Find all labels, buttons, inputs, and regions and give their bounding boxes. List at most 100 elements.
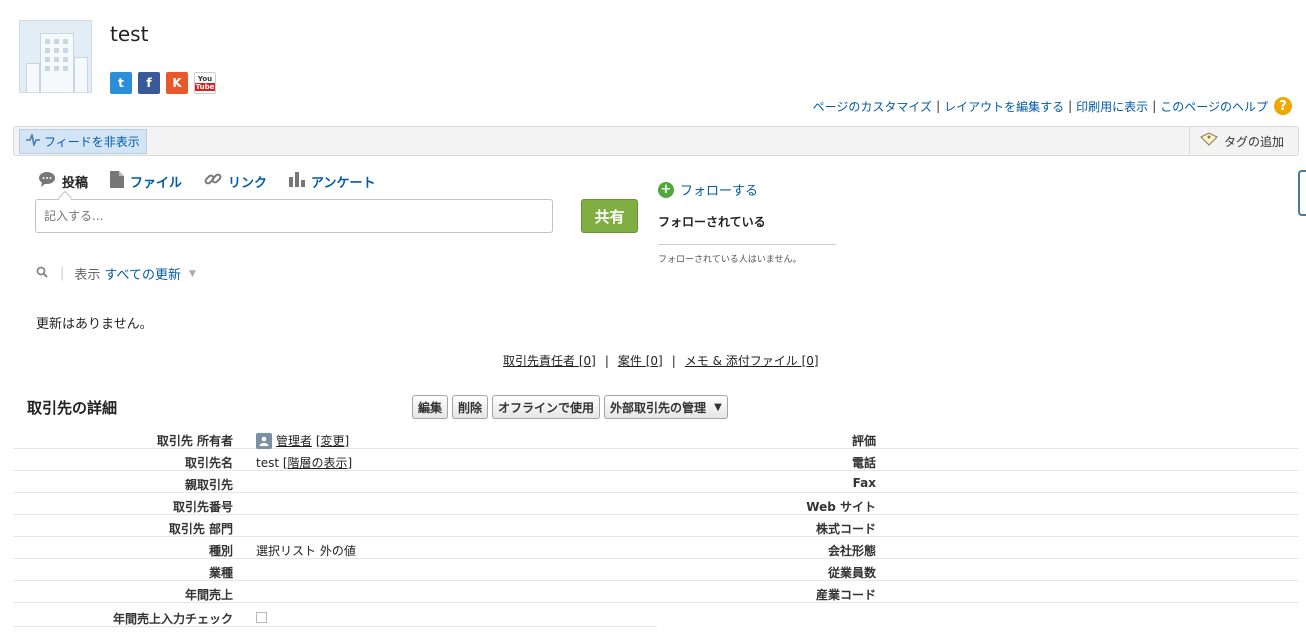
detail-row: 取引先 所有者 管理者 [変更] 評価	[13, 427, 1299, 449]
separator: |	[604, 353, 609, 368]
bar-chart-icon	[289, 171, 306, 191]
detail-buttons: 編集 削除 オフラインで使用 外部取引先の管理 ▼	[412, 395, 728, 419]
use-offline-button[interactable]: オフラインで使用	[492, 395, 601, 419]
manage-external-label: 外部取引先の管理	[610, 400, 707, 415]
field-label: 取引先番号	[172, 500, 233, 514]
hide-feed-button[interactable]: フィードを非表示	[19, 129, 147, 154]
chevron-down-icon: ▼	[714, 401, 722, 413]
manage-external-account-button[interactable]: 外部取引先の管理 ▼	[604, 395, 728, 419]
separator: |	[936, 99, 941, 113]
post-input[interactable]	[35, 199, 553, 233]
field-label: 親取引先	[184, 478, 233, 492]
related-link-contacts[interactable]: 取引先責任者 [0]	[503, 352, 596, 369]
youtube-top-text: You	[197, 75, 213, 83]
detail-row: 取引先 部門 株式コード	[13, 515, 1299, 537]
revenue-check-checkbox	[256, 612, 267, 623]
social-icons: t f K You Tube	[110, 72, 216, 94]
edit-layout-link[interactable]: レイアウトを編集する	[944, 98, 1064, 115]
field-label: 年間売上入力チェック	[112, 612, 233, 626]
hide-feed-label: フィードを非表示	[44, 135, 140, 149]
field-label: Web サイト	[806, 500, 876, 514]
field-label: 産業コード	[815, 588, 876, 602]
field-label: 取引先 部門	[168, 522, 233, 536]
account-name-value: test	[256, 455, 280, 470]
related-link-label: 取引先責任者	[503, 354, 576, 368]
help-icon[interactable]: ?	[1274, 97, 1292, 115]
share-button[interactable]: 共有	[581, 199, 638, 233]
help-link[interactable]: このページのヘルプ	[1160, 98, 1268, 115]
field-label: Fax	[852, 476, 876, 490]
facebook-icon[interactable]: f	[138, 72, 160, 94]
field-label: 評価	[851, 434, 876, 448]
link-icon	[204, 170, 222, 192]
printable-view-link[interactable]: 印刷用に表示	[1076, 98, 1148, 115]
filter-dropdown[interactable]: すべての更新	[104, 264, 181, 283]
follow-label: フォローする	[680, 184, 759, 199]
change-owner-link[interactable]: [変更]	[316, 432, 349, 449]
tab-poll-label: アンケート	[311, 175, 376, 191]
field-label: 年間売上	[184, 588, 233, 602]
owner-link[interactable]: 管理者	[276, 432, 312, 449]
field-value: 選択リスト 外の値	[256, 544, 356, 558]
add-tags-label: タグの追加	[1223, 134, 1284, 149]
related-link-count: [0]	[801, 354, 819, 368]
feed-filter: | 表示 すべての更新 ▼	[36, 264, 196, 283]
follow-button[interactable]: + フォローする	[658, 180, 836, 199]
field-value: test [階層の表示]	[256, 454, 352, 471]
tab-file-label: ファイル	[130, 175, 183, 191]
separator: |	[1068, 99, 1073, 113]
detail-section-title: 取引先の詳細	[27, 399, 118, 417]
field-label: 取引先 所有者	[156, 434, 233, 448]
related-link-count: [0]	[645, 354, 663, 368]
speech-bubble-icon	[38, 171, 56, 191]
page-title: test	[110, 22, 149, 46]
followers-panel: + フォローする フォローされている フォローされている人はいません。	[658, 180, 836, 265]
pulse-icon	[26, 131, 40, 150]
tab-post-label: 投稿	[62, 175, 89, 191]
building-icon	[26, 63, 40, 92]
edit-button[interactable]: 編集	[412, 395, 449, 419]
delete-button[interactable]: 削除	[452, 395, 489, 419]
tab-file[interactable]: ファイル	[110, 170, 182, 192]
sidebar-toggle-tab[interactable]	[1298, 170, 1306, 216]
account-logo	[19, 20, 92, 93]
field-label: 種別	[208, 544, 233, 558]
detail-row: 年間売上入力チェック	[13, 605, 657, 627]
field-label: 取引先名	[184, 456, 233, 470]
help-links: ページのカスタマイズ | レイアウトを編集する | 印刷用に表示 | このページ…	[813, 97, 1292, 115]
plus-icon: +	[658, 181, 674, 198]
field-value: 管理者 [変更]	[256, 432, 349, 449]
related-list-links: 取引先責任者 [0] | 案件 [0] | メモ & 添付ファイル [0]	[503, 352, 819, 369]
tab-link[interactable]: リンク	[204, 170, 267, 192]
youtube-bottom-text: Tube	[194, 83, 216, 91]
tab-poll[interactable]: アンケート	[289, 170, 376, 192]
detail-row: 種別 選択リスト 外の値 会社形態	[13, 537, 1299, 559]
followers-heading: フォローされている	[658, 213, 836, 245]
related-link-notes-attachments[interactable]: メモ & 添付ファイル [0]	[685, 352, 819, 369]
youtube-icon[interactable]: You Tube	[194, 72, 216, 94]
field-label: 業種	[208, 566, 233, 580]
field-label: 電話	[851, 456, 876, 470]
add-tags-button[interactable]: タグの追加	[1188, 127, 1298, 155]
publisher-tabs: 投稿 ファイル リンク アンケート	[38, 170, 376, 192]
building-icon	[74, 57, 88, 92]
customize-page-link[interactable]: ページのカスタマイズ	[813, 98, 932, 115]
tab-post[interactable]: 投稿	[38, 170, 88, 192]
user-icon	[256, 432, 272, 449]
document-icon	[110, 170, 125, 192]
tab-link-label: リンク	[228, 175, 268, 191]
separator: |	[671, 353, 676, 368]
search-icon[interactable]	[36, 266, 48, 282]
field-label: 会社形態	[827, 544, 876, 558]
detail-row: 親取引先 Fax	[13, 471, 1299, 493]
klout-icon[interactable]: K	[166, 72, 188, 94]
detail-row: 年間売上 産業コード	[13, 581, 1299, 603]
twitter-icon[interactable]: t	[110, 72, 132, 94]
related-link-count: [0]	[578, 354, 596, 368]
chevron-down-icon[interactable]: ▼	[189, 269, 196, 279]
no-followers-text: フォローされている人はいません。	[658, 255, 802, 265]
view-hierarchy-link[interactable]: [階層の表示]	[283, 454, 352, 471]
related-link-opportunities[interactable]: 案件 [0]	[618, 352, 663, 369]
empty-feed-message: 更新はありません。	[36, 317, 153, 332]
separator: |	[1152, 99, 1157, 113]
